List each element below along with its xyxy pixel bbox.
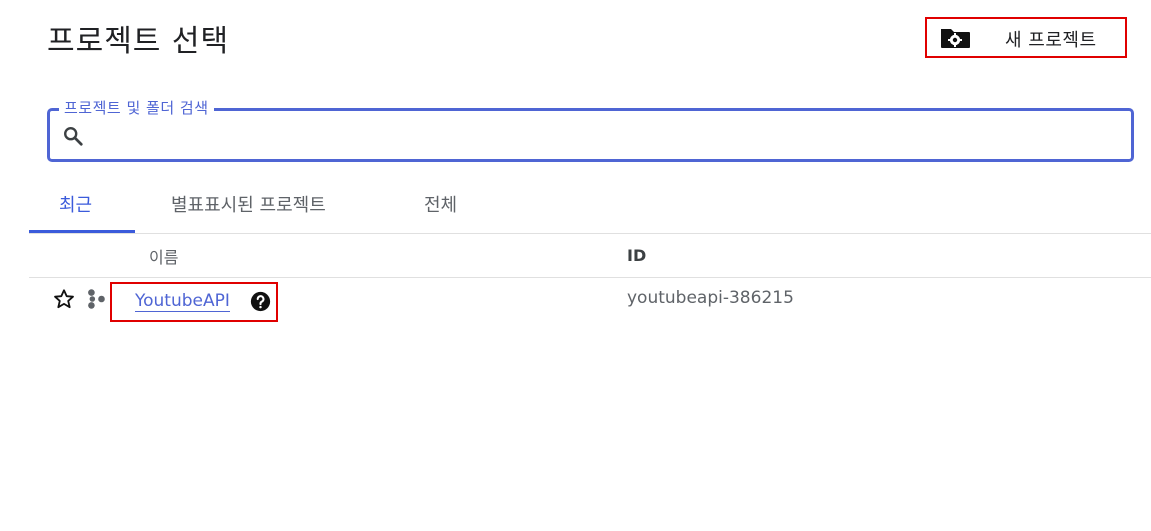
- tab-starred[interactable]: 별표표시된 프로젝트: [171, 188, 326, 232]
- column-header-id[interactable]: ID: [627, 246, 646, 265]
- divider: [29, 233, 1151, 234]
- tab-recent[interactable]: 최근: [59, 188, 92, 232]
- tab-all[interactable]: 전체: [424, 188, 457, 232]
- new-project-button[interactable]: 새 프로젝트: [925, 17, 1127, 58]
- project-id: youtubeapi-386215: [627, 288, 794, 308]
- search-input[interactable]: [94, 121, 1118, 151]
- star-outline-icon[interactable]: [53, 288, 75, 310]
- divider: [29, 277, 1151, 278]
- search-field[interactable]: 프로젝트 및 폴더 검색: [47, 99, 1134, 162]
- column-header-name[interactable]: 이름: [149, 244, 178, 268]
- search-icon: [64, 127, 83, 146]
- search-label: 프로젝트 및 폴더 검색: [59, 99, 214, 117]
- help-circle-icon[interactable]: [250, 291, 271, 312]
- new-project-label: 새 프로젝트: [1005, 30, 1097, 51]
- project-name-cell: YoutubeAPI: [110, 282, 278, 322]
- organization-icon: [88, 289, 105, 309]
- project-name-link[interactable]: YoutubeAPI: [135, 291, 230, 312]
- page-title: 프로젝트 선택: [47, 24, 230, 59]
- tab-bar: 최근 별표표시된 프로젝트 전체: [29, 188, 489, 234]
- folder-gear-icon: [941, 29, 970, 48]
